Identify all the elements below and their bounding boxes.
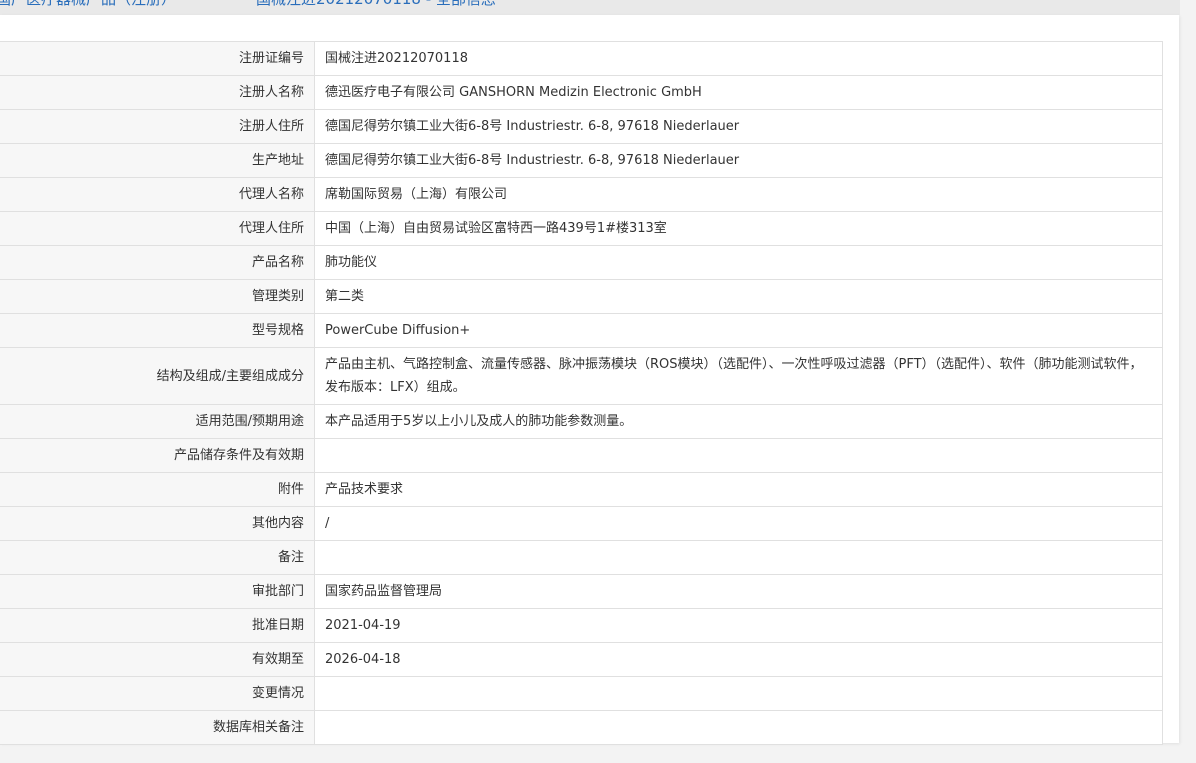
row-label: 注册人住所 [0,109,315,144]
row-value: 肺功能仪 [314,245,1163,280]
detail-panel: 注册证编号 国械注进20212070118 注册人名称 德迅医疗电子有限公司 G… [0,15,1179,745]
detail-table: 注册证编号 国械注进20212070118 注册人名称 德迅医疗电子有限公司 G… [0,41,1163,745]
table-row: 注册人住所 德国尼得劳尔镇工业大街6-8号 Industriestr. 6-8,… [0,109,1163,144]
row-label: 数据库相关备注 [0,710,315,745]
table-row: 型号规格 PowerCube Diffusion+ [0,313,1163,348]
table-row: 生产地址 德国尼得劳尔镇工业大街6-8号 Industriestr. 6-8, … [0,143,1163,178]
row-label: 注册证编号 [0,41,315,76]
row-label: 批准日期 [0,608,315,643]
row-label: 附件 [0,472,315,507]
table-row: 有效期至 2026-04-18 [0,642,1163,677]
row-value: 中国（上海）自由贸易试验区富特西一路439号1#楼313室 [314,211,1163,246]
row-label: 型号规格 [0,313,315,348]
table-row: 结构及组成/主要组成成分 产品由主机、气路控制盒、流量传感器、脉冲振荡模块（RO… [0,347,1163,405]
header-title: 国产医疗器械产品（注册） [0,0,176,9]
table-row: 数据库相关备注 [0,710,1163,745]
row-label: 有效期至 [0,642,315,677]
row-value: 德国尼得劳尔镇工业大街6-8号 Industriestr. 6-8, 97618… [314,109,1163,144]
row-value: 2021-04-19 [314,608,1163,643]
table-row: 注册人名称 德迅医疗电子有限公司 GANSHORN Medizin Electr… [0,75,1163,110]
table-row: 管理类别 第二类 [0,279,1163,314]
row-value: PowerCube Diffusion+ [314,313,1163,348]
row-value: 席勒国际贸易（上海）有限公司 [314,177,1163,212]
table-row: 注册证编号 国械注进20212070118 [0,41,1163,76]
table-row: 代理人名称 席勒国际贸易（上海）有限公司 [0,177,1163,212]
row-label: 管理类别 [0,279,315,314]
row-value: 2026-04-18 [314,642,1163,677]
row-label: 适用范围/预期用途 [0,404,315,439]
table-row: 附件 产品技术要求 [0,472,1163,507]
row-value: 产品技术要求 [314,472,1163,507]
row-label: 产品名称 [0,245,315,280]
table-row: 代理人住所 中国（上海）自由贸易试验区富特西一路439号1#楼313室 [0,211,1163,246]
row-value: 德迅医疗电子有限公司 GANSHORN Medizin Electronic G… [314,75,1163,110]
table-row: 审批部门 国家药品监督管理局 [0,574,1163,609]
page: 国产医疗器械产品（注册） 国械注进20212070118 - 全部信息 注册证编… [0,0,1196,763]
row-value: 国家药品监督管理局 [314,574,1163,609]
row-label: 审批部门 [0,574,315,609]
row-label: 注册人名称 [0,75,315,110]
table-row: 其他内容 / [0,506,1163,541]
header-bar: 国产医疗器械产品（注册） 国械注进20212070118 - 全部信息 [0,0,1180,15]
row-value [314,540,1163,575]
row-label: 变更情况 [0,676,315,711]
row-label: 其他内容 [0,506,315,541]
row-label: 备注 [0,540,315,575]
table-row: 产品储存条件及有效期 [0,438,1163,473]
table-row: 变更情况 [0,676,1163,711]
row-label: 代理人名称 [0,177,315,212]
table-row: 产品名称 肺功能仪 [0,245,1163,280]
row-value: 产品由主机、气路控制盒、流量传感器、脉冲振荡模块（ROS模块）（选配件）、一次性… [314,347,1163,405]
table-row: 备注 [0,540,1163,575]
table-row: 批准日期 2021-04-19 [0,608,1163,643]
row-value [314,438,1163,473]
row-value: 国械注进20212070118 [314,41,1163,76]
row-value: 第二类 [314,279,1163,314]
header-subtitle: 国械注进20212070118 - 全部信息 [256,0,496,9]
row-label: 生产地址 [0,143,315,178]
row-value: / [314,506,1163,541]
row-value: 本产品适用于5岁以上小儿及成人的肺功能参数测量。 [314,404,1163,439]
row-value [314,676,1163,711]
row-label: 代理人住所 [0,211,315,246]
row-label: 结构及组成/主要组成成分 [0,347,315,405]
row-value [314,710,1163,745]
row-label: 产品储存条件及有效期 [0,438,315,473]
row-value: 德国尼得劳尔镇工业大街6-8号 Industriestr. 6-8, 97618… [314,143,1163,178]
table-row: 适用范围/预期用途 本产品适用于5岁以上小儿及成人的肺功能参数测量。 [0,404,1163,439]
